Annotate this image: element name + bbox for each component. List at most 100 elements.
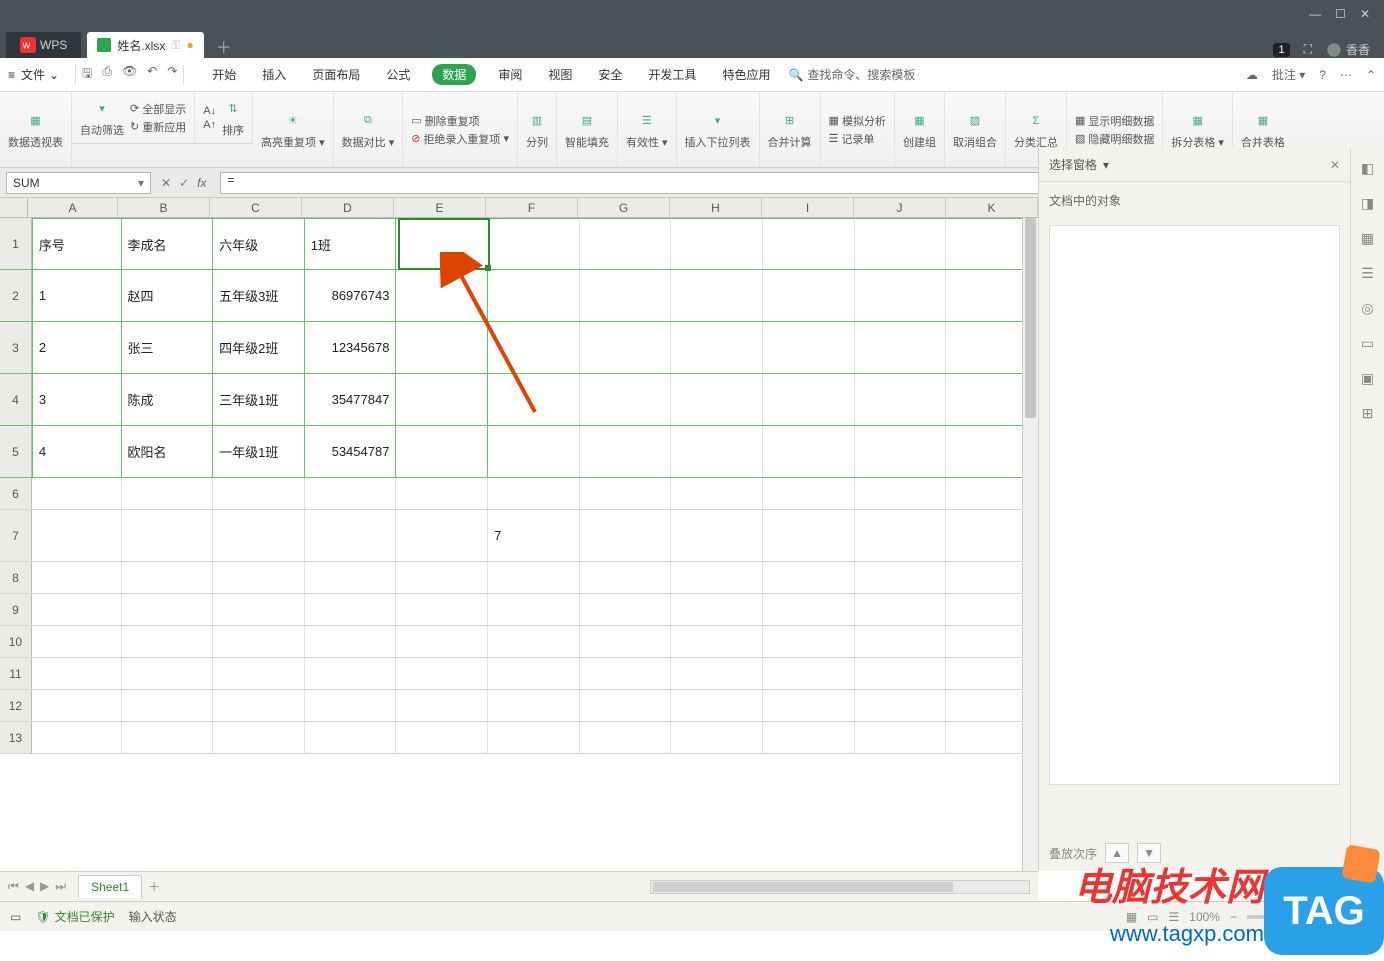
cell[interactable] bbox=[671, 270, 763, 321]
row-header[interactable]: 12 bbox=[0, 690, 32, 721]
cell[interactable] bbox=[855, 594, 947, 625]
cell[interactable]: 86976743 bbox=[305, 270, 397, 321]
smart-fill-button[interactable]: ▤ 智能填充 bbox=[557, 92, 618, 167]
cell[interactable] bbox=[671, 722, 763, 753]
cell[interactable] bbox=[580, 722, 672, 753]
cell[interactable] bbox=[580, 218, 672, 269]
close-panel-button[interactable]: ✕ bbox=[1330, 158, 1340, 172]
print-preview-icon[interactable]: 👁 bbox=[122, 64, 137, 85]
reapply-button[interactable]: ↻重新应用 bbox=[130, 119, 186, 135]
cell[interactable] bbox=[488, 374, 580, 425]
cell[interactable] bbox=[32, 722, 122, 753]
row-header[interactable]: 5 bbox=[0, 426, 32, 477]
cell[interactable] bbox=[763, 478, 855, 509]
cell[interactable] bbox=[213, 562, 305, 593]
cell[interactable] bbox=[305, 626, 397, 657]
row-header[interactable]: 4 bbox=[0, 374, 32, 425]
cell[interactable] bbox=[855, 690, 947, 721]
cell[interactable] bbox=[671, 478, 763, 509]
rail-icon-7[interactable]: ▣ bbox=[1361, 370, 1374, 387]
simulate-button[interactable]: ▦ 模拟分析 bbox=[829, 113, 886, 129]
cell[interactable] bbox=[671, 374, 763, 425]
cell[interactable] bbox=[488, 218, 580, 269]
row-header[interactable]: 3 bbox=[0, 322, 32, 373]
cell[interactable]: 六年级 bbox=[213, 218, 305, 269]
sort-asc-button[interactable]: A↓ bbox=[203, 105, 216, 117]
cell[interactable]: 3 bbox=[32, 374, 122, 425]
cell[interactable] bbox=[580, 510, 672, 561]
ribbon-tab-页面布局[interactable]: 页面布局 bbox=[308, 64, 364, 85]
cell[interactable] bbox=[32, 510, 122, 561]
cell[interactable]: 三年级1班 bbox=[213, 374, 305, 425]
cell[interactable] bbox=[32, 562, 122, 593]
cell[interactable] bbox=[213, 594, 305, 625]
cell[interactable]: 一年级1班 bbox=[213, 426, 305, 477]
cell[interactable] bbox=[671, 690, 763, 721]
column-header[interactable]: J bbox=[854, 198, 946, 217]
cell[interactable] bbox=[763, 374, 855, 425]
cell[interactable] bbox=[671, 594, 763, 625]
cell[interactable] bbox=[122, 626, 214, 657]
user-avatar-icon[interactable]: 香香 bbox=[1326, 41, 1370, 58]
cell[interactable] bbox=[396, 594, 488, 625]
cell[interactable] bbox=[213, 658, 305, 689]
cell[interactable] bbox=[305, 510, 397, 561]
cancel-formula-button[interactable]: ✕ bbox=[161, 176, 171, 190]
data-compare-button[interactable]: ⧉ 数据对比 ▾ bbox=[334, 92, 404, 167]
save-icon[interactable]: 🖫 bbox=[82, 64, 92, 85]
cell[interactable] bbox=[396, 510, 488, 561]
sheet-nav-prev[interactable]: ◀ bbox=[25, 879, 34, 894]
record-form-button[interactable]: ☰ 记录单 bbox=[829, 131, 875, 147]
scrollbar-thumb[interactable] bbox=[653, 882, 953, 892]
cell[interactable] bbox=[763, 562, 855, 593]
dropdown-button[interactable]: ▾ 插入下拉列表 bbox=[677, 92, 760, 167]
cell[interactable] bbox=[488, 270, 580, 321]
cell[interactable] bbox=[396, 722, 488, 753]
cell[interactable] bbox=[580, 426, 672, 477]
row-header[interactable]: 6 bbox=[0, 478, 32, 509]
cell[interactable] bbox=[396, 626, 488, 657]
rail-icon-8[interactable]: ⊞ bbox=[1362, 405, 1374, 422]
cell[interactable] bbox=[855, 322, 947, 373]
wps-home-tab[interactable]: W WPS bbox=[6, 32, 81, 58]
cell[interactable] bbox=[763, 270, 855, 321]
cell[interactable] bbox=[488, 658, 580, 689]
cell[interactable] bbox=[671, 658, 763, 689]
validation-button[interactable]: ☰ 有效性 ▾ bbox=[618, 92, 677, 167]
cell[interactable] bbox=[763, 218, 855, 269]
cell[interactable] bbox=[122, 722, 214, 753]
ribbon-tab-插入[interactable]: 插入 bbox=[258, 64, 290, 85]
cell[interactable] bbox=[763, 690, 855, 721]
cell[interactable] bbox=[763, 322, 855, 373]
cell[interactable]: 2 bbox=[32, 322, 122, 373]
cell[interactable] bbox=[396, 690, 488, 721]
cell[interactable]: 欧阳名 bbox=[122, 426, 214, 477]
cell[interactable] bbox=[305, 658, 397, 689]
rail-icon-2[interactable]: ◨ bbox=[1361, 195, 1374, 212]
ribbon-tab-开发工具[interactable]: 开发工具 bbox=[644, 64, 700, 85]
rail-icon-1[interactable]: ◧ bbox=[1361, 160, 1374, 177]
cell[interactable] bbox=[855, 562, 947, 593]
ribbon-tab-审阅[interactable]: 审阅 bbox=[494, 64, 526, 85]
cell[interactable] bbox=[32, 690, 122, 721]
sort-desc-button[interactable]: A↑ bbox=[203, 119, 216, 131]
hide-detail-button[interactable]: ▧ 隐藏明细数据 bbox=[1075, 131, 1154, 147]
column-header[interactable]: K bbox=[946, 198, 1038, 217]
cell[interactable] bbox=[305, 722, 397, 753]
cell[interactable] bbox=[763, 626, 855, 657]
cell[interactable] bbox=[855, 722, 947, 753]
horizontal-scrollbar[interactable] bbox=[650, 880, 1030, 894]
document-tab[interactable]: 姓名.xlsx ⚿ ● bbox=[87, 32, 203, 58]
column-header[interactable]: C bbox=[210, 198, 302, 217]
cell[interactable]: 7 bbox=[488, 510, 580, 561]
cell[interactable]: 4 bbox=[32, 426, 122, 477]
scrollbar-thumb[interactable] bbox=[1025, 218, 1036, 418]
cell[interactable] bbox=[32, 594, 122, 625]
cell[interactable] bbox=[488, 722, 580, 753]
ribbon-tab-特色应用[interactable]: 特色应用 bbox=[718, 64, 774, 85]
consolidate-button[interactable]: ⊞ 合并计算 bbox=[760, 92, 821, 167]
row-header[interactable]: 9 bbox=[0, 594, 32, 625]
row-header[interactable]: 11 bbox=[0, 658, 32, 689]
hamburger-icon[interactable]: ≡ bbox=[8, 68, 15, 82]
column-header[interactable]: B bbox=[118, 198, 210, 217]
